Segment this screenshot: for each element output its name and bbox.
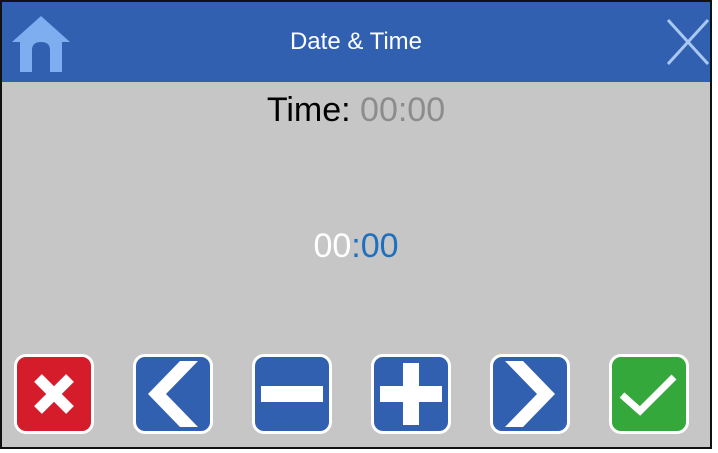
date-time-screen: Date & Time Time: 00:00 00:00 bbox=[0, 0, 712, 449]
time-editor: 00:00 bbox=[2, 224, 710, 268]
title-bar: Date & Time bbox=[2, 2, 710, 82]
home-icon bbox=[12, 16, 70, 72]
page-title: Date & Time bbox=[289, 28, 423, 55]
time-separator: : bbox=[351, 227, 361, 265]
increment-button[interactable] bbox=[371, 354, 451, 434]
next-button[interactable] bbox=[490, 354, 570, 434]
confirm-button[interactable] bbox=[609, 354, 689, 434]
minus-icon bbox=[261, 386, 323, 402]
current-time-value: 00:00 bbox=[360, 91, 446, 129]
time-label: Time: bbox=[266, 91, 351, 129]
time-readout: Time: 00:00 bbox=[2, 88, 710, 132]
close-icon bbox=[666, 18, 710, 66]
cancel-button[interactable] bbox=[14, 354, 94, 434]
home-button[interactable] bbox=[10, 12, 72, 74]
chevron-right-icon bbox=[505, 361, 555, 427]
chevron-left-icon bbox=[148, 361, 198, 427]
previous-button[interactable] bbox=[133, 354, 213, 434]
checkmark-icon bbox=[619, 374, 677, 416]
minutes-field[interactable]: 00 bbox=[361, 227, 399, 265]
hours-field[interactable]: 00 bbox=[313, 227, 351, 265]
plus-icon bbox=[380, 363, 442, 425]
decrement-button[interactable] bbox=[252, 354, 332, 434]
x-icon bbox=[34, 374, 74, 414]
close-button[interactable] bbox=[662, 16, 710, 68]
